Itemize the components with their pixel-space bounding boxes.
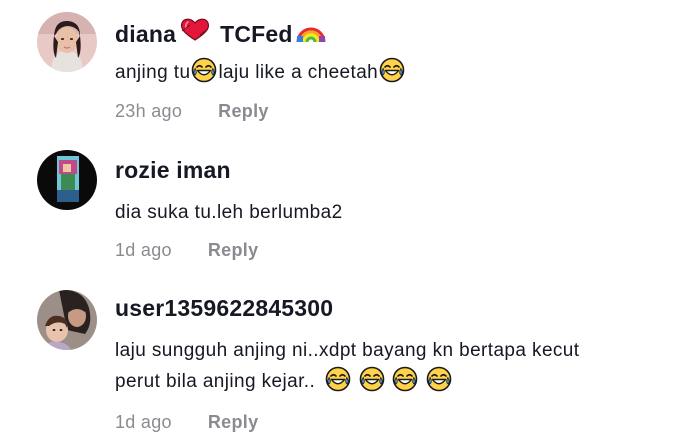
comment-meta: 1d ago Reply <box>115 410 258 434</box>
comment-username[interactable]: user1359622845300 <box>115 293 333 323</box>
rainbow-icon <box>295 16 327 51</box>
avatar-photo <box>37 150 97 210</box>
comment-meta: 23h ago Reply <box>115 99 269 123</box>
avatar-photo <box>37 290 97 350</box>
red-heart-icon <box>178 17 212 50</box>
comment-text: anjing tu laju like a cheetah <box>115 57 675 88</box>
face-with-tears-of-joy-icon <box>426 366 452 392</box>
timestamp: 23h ago <box>115 101 183 121</box>
comment-text: dia suka tu.leh berlumba2 <box>115 202 343 223</box>
text-line: laju sungguh anjing ni..xdpt bayang kn b… <box>115 340 580 361</box>
reply-button[interactable]: Reply <box>218 99 269 123</box>
username-part-a: diana <box>115 20 177 47</box>
comment-meta: 1d ago Reply <box>115 238 258 262</box>
comment-username[interactable]: rozie iman <box>115 155 231 185</box>
text-line: perut bila anjing kejar.. <box>115 371 316 392</box>
timestamp: 1d ago <box>115 412 172 432</box>
comment-username[interactable]: diana TCFed <box>115 16 331 51</box>
avatar[interactable] <box>37 150 97 210</box>
avatar[interactable] <box>37 290 97 350</box>
face-with-tears-of-joy-icon <box>359 366 385 392</box>
reply-button[interactable]: Reply <box>208 410 259 434</box>
comment-text: laju sungguh anjing ni..xdpt bayang kn b… <box>115 335 675 397</box>
avatar-photo <box>37 12 97 72</box>
text-part: laju like a cheetah <box>218 62 379 83</box>
text-part: anjing tu <box>115 62 191 83</box>
face-with-tears-of-joy-icon <box>392 366 418 392</box>
username-part-b: TCFed <box>220 20 293 47</box>
face-with-tears-of-joy-icon <box>191 57 217 83</box>
face-with-tears-of-joy-icon <box>325 366 351 392</box>
face-with-tears-of-joy-icon <box>379 57 405 83</box>
avatar[interactable] <box>37 12 97 72</box>
reply-button[interactable]: Reply <box>208 238 259 262</box>
timestamp: 1d ago <box>115 240 172 260</box>
